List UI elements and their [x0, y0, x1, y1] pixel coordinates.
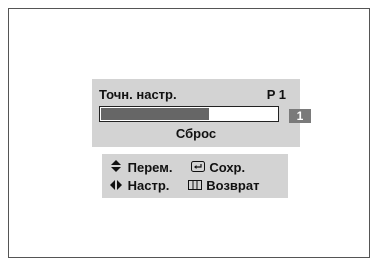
- menu-title: Точн. настр.: [99, 87, 177, 102]
- slider-value: 1: [289, 109, 311, 123]
- program-number: P 1: [266, 87, 286, 102]
- adjust-label: Настр.: [127, 178, 170, 193]
- help-row-move-save: Перем. Сохр.: [108, 160, 245, 175]
- return-label: Возврат: [206, 178, 260, 193]
- help-box: Перем. Сохр. Настр. Возврат: [102, 154, 288, 198]
- fine-tune-panel: Точн. настр. P 1 1 Сброс: [92, 79, 311, 147]
- up-down-arrows-icon: [108, 160, 124, 175]
- tv-screen: Точн. настр. P 1 1 Сброс Перем. Сохр. На…: [8, 8, 370, 258]
- reset-button[interactable]: Сброс: [92, 126, 300, 141]
- left-right-arrows-icon: [108, 178, 124, 193]
- move-label: Перем.: [127, 160, 173, 175]
- slider-fill: [101, 108, 210, 120]
- menu-return-icon: [187, 178, 203, 193]
- enter-key-icon: [190, 160, 206, 175]
- save-label: Сохр.: [209, 160, 246, 175]
- help-row-adjust-return: Настр. Возврат: [108, 178, 259, 193]
- fine-tune-slider[interactable]: [99, 106, 279, 122]
